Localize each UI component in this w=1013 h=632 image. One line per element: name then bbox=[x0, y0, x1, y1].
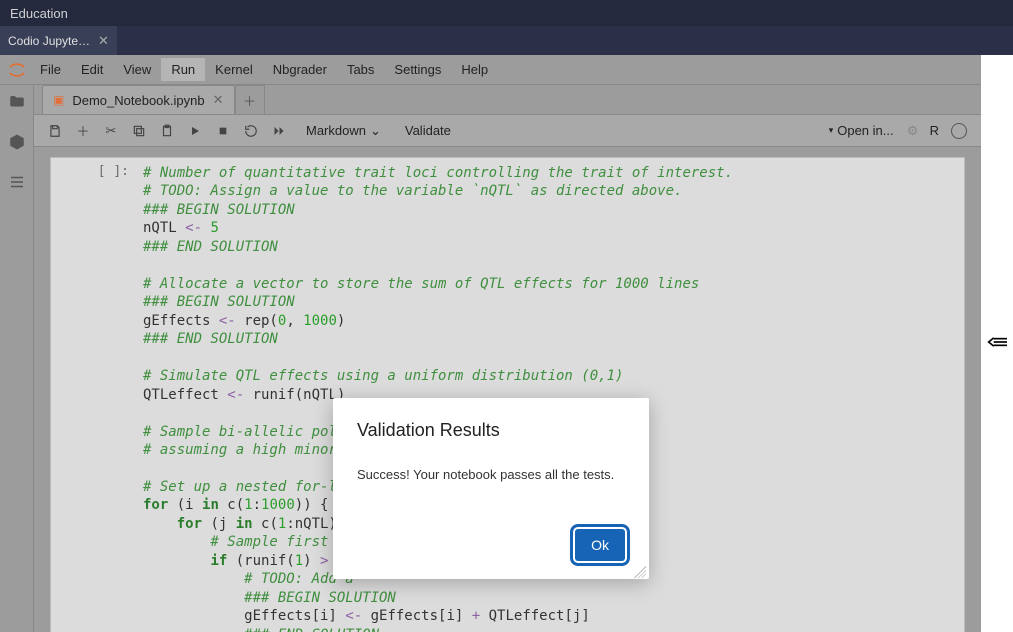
open-in-button[interactable]: ▾ Open in... bbox=[823, 123, 900, 138]
close-icon[interactable]: ✕ bbox=[213, 92, 224, 108]
paste-icon[interactable] bbox=[154, 119, 180, 143]
right-panel bbox=[981, 55, 1013, 632]
open-in-label: Open in... bbox=[837, 123, 893, 138]
cell-type-value: Markdown bbox=[306, 123, 366, 138]
folder-icon[interactable] bbox=[8, 93, 26, 111]
menu-file[interactable]: File bbox=[30, 58, 71, 81]
collapse-icon[interactable] bbox=[987, 335, 1007, 352]
validation-modal: Validation Results Success! Your noteboo… bbox=[333, 398, 649, 579]
hexagon-icon[interactable] bbox=[8, 133, 26, 151]
resize-handle-icon[interactable] bbox=[634, 566, 646, 578]
close-icon[interactable]: ✕ bbox=[98, 33, 109, 49]
modal-title: Validation Results bbox=[357, 420, 625, 441]
list-icon[interactable] bbox=[8, 173, 26, 191]
copy-icon[interactable] bbox=[126, 119, 152, 143]
browser-tab[interactable]: Codio Jupyte… ✕ bbox=[0, 26, 117, 55]
kernel-name[interactable]: R bbox=[926, 123, 943, 138]
jupyter-logo-icon bbox=[4, 57, 30, 83]
browser-tabs: Codio Jupyte… ✕ bbox=[0, 26, 1013, 55]
doc-tabs: ▣ Demo_Notebook.ipynb ✕ ＋ bbox=[34, 85, 981, 115]
menu-nbgrader[interactable]: Nbgrader bbox=[263, 58, 337, 81]
doc-tab-title: Demo_Notebook.ipynb bbox=[72, 93, 204, 108]
cut-icon[interactable]: ✂ bbox=[98, 119, 124, 143]
window-title: Education bbox=[10, 6, 68, 21]
run-icon[interactable] bbox=[182, 119, 208, 143]
menubar: FileEditViewRunKernelNbgraderTabsSetting… bbox=[0, 55, 981, 85]
browser-tab-title: Codio Jupyte… bbox=[8, 34, 90, 48]
toolbar: ＋ ✂ Markdown ⌄ Validate ▾ bbox=[34, 115, 981, 147]
menu-run[interactable]: Run bbox=[161, 58, 205, 81]
doc-tab[interactable]: ▣ Demo_Notebook.ipynb ✕ bbox=[42, 85, 235, 114]
notebook-icon: ▣ bbox=[53, 93, 64, 107]
cell-type-select[interactable]: Markdown ⌄ bbox=[300, 121, 387, 141]
validate-button[interactable]: Validate bbox=[395, 119, 461, 142]
save-icon[interactable] bbox=[42, 119, 68, 143]
caret-icon: ▾ bbox=[829, 125, 834, 136]
left-rail bbox=[0, 85, 34, 632]
menu-tabs[interactable]: Tabs bbox=[337, 58, 384, 81]
restart-icon[interactable] bbox=[238, 119, 264, 143]
window-titlebar: Education bbox=[0, 0, 1013, 26]
ok-button[interactable]: Ok bbox=[575, 529, 625, 561]
add-cell-icon[interactable]: ＋ bbox=[70, 119, 96, 143]
menu-kernel[interactable]: Kernel bbox=[205, 58, 263, 81]
cell-prompt: [ ]: bbox=[51, 158, 137, 632]
menu-view[interactable]: View bbox=[113, 58, 161, 81]
gear-icon[interactable]: ⚙ bbox=[902, 123, 924, 139]
chevron-down-icon: ⌄ bbox=[370, 123, 381, 139]
fast-forward-icon[interactable] bbox=[266, 119, 292, 143]
menu-help[interactable]: Help bbox=[451, 58, 498, 81]
menu-edit[interactable]: Edit bbox=[71, 58, 113, 81]
stop-icon[interactable] bbox=[210, 119, 236, 143]
menu-settings[interactable]: Settings bbox=[384, 58, 451, 81]
add-tab-button[interactable]: ＋ bbox=[235, 85, 265, 114]
modal-message: Success! Your notebook passes all the te… bbox=[357, 467, 625, 529]
kernel-status-icon bbox=[951, 123, 967, 139]
